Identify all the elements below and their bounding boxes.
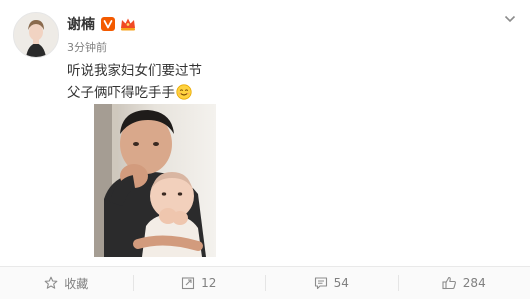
star-icon bbox=[44, 276, 58, 290]
avatar-image bbox=[14, 13, 58, 57]
post-text-line: 听说我家妇女们要过节 bbox=[67, 60, 202, 82]
thumbs-up-icon bbox=[442, 276, 457, 290]
comment-count: 54 bbox=[334, 276, 349, 290]
favorite-label: 收藏 bbox=[64, 275, 88, 292]
repost-button[interactable]: 12 bbox=[133, 267, 266, 299]
comment-button[interactable]: 54 bbox=[265, 267, 398, 299]
favorite-button[interactable]: 收藏 bbox=[0, 267, 133, 299]
post-header: 谢楠 bbox=[67, 13, 137, 35]
author-avatar[interactable] bbox=[13, 12, 59, 58]
repost-icon bbox=[181, 276, 195, 290]
repost-count: 12 bbox=[201, 276, 216, 290]
like-count: 284 bbox=[463, 276, 486, 290]
post-timestamp[interactable]: 3分钟前 bbox=[67, 39, 107, 55]
weibo-post-card: 谢楠 3分钟前 听说我家妇女们要过节 父子俩吓得吃手手 bbox=[0, 0, 530, 298]
comment-icon bbox=[314, 276, 328, 290]
chevron-down-icon[interactable] bbox=[504, 14, 516, 24]
post-photo[interactable] bbox=[94, 104, 216, 257]
action-bar: 收藏 12 54 284 bbox=[0, 266, 530, 299]
post-text-line: 父子俩吓得吃手手 bbox=[67, 85, 175, 101]
vip-crown-icon[interactable] bbox=[119, 16, 137, 32]
post-text: 听说我家妇女们要过节 父子俩吓得吃手手 bbox=[67, 60, 202, 107]
photo-father-baby bbox=[94, 104, 216, 257]
author-name[interactable]: 谢楠 bbox=[67, 14, 95, 34]
like-button[interactable]: 284 bbox=[398, 267, 530, 299]
verified-badge-icon bbox=[101, 17, 115, 31]
